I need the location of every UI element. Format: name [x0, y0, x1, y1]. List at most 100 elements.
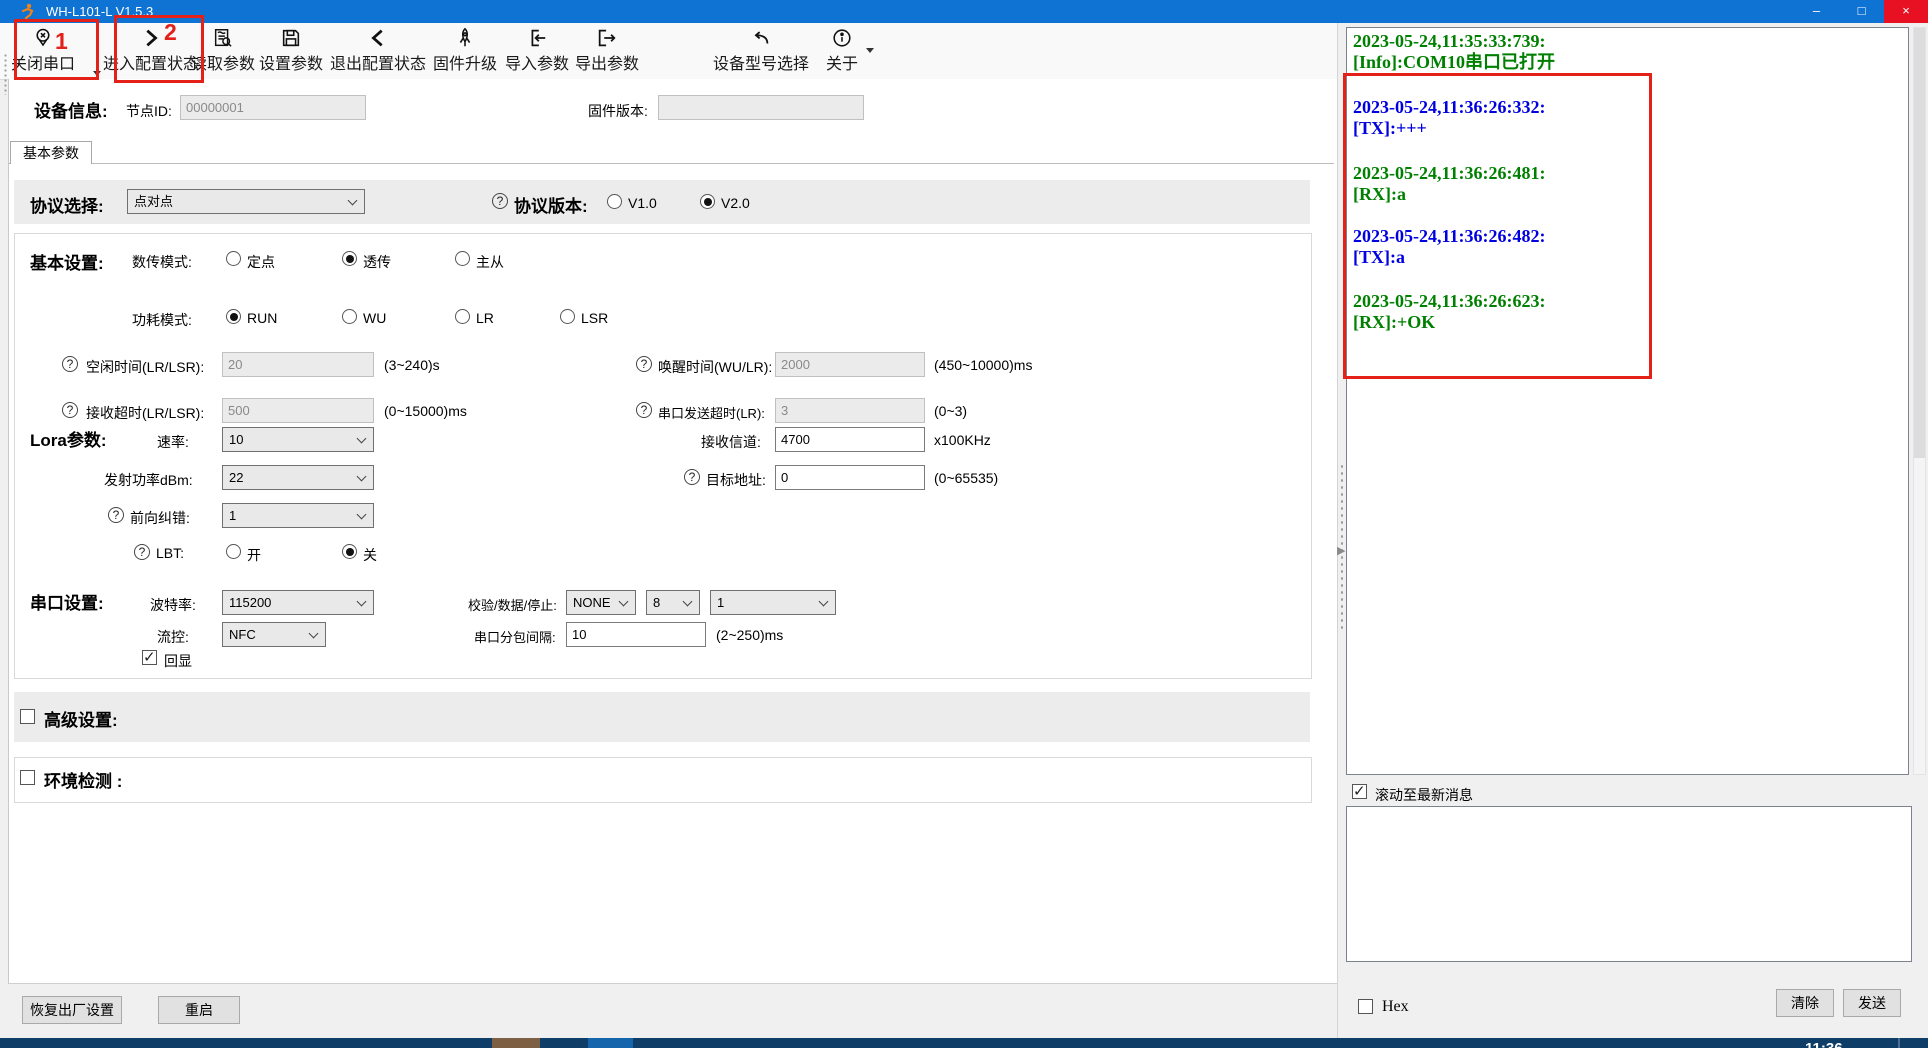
flow-select[interactable]: NFC: [222, 622, 326, 647]
toolbar-button-device-model[interactable]: 设备型号选择: [713, 27, 809, 74]
wake-time-label: 唤醒时间(WU/LR):: [658, 357, 772, 377]
hex-label[interactable]: Hex: [1382, 998, 1409, 1016]
rate-select[interactable]: 10: [222, 427, 374, 452]
taskbar-clock: 11:36: [1805, 1040, 1843, 1048]
radio-protocol-v2[interactable]: [700, 194, 715, 209]
clear-button[interactable]: 清除: [1776, 989, 1834, 1017]
toolbar-button-firmware-upgrade[interactable]: 固件升级: [433, 27, 497, 74]
lora-section-label: Lora参数:: [30, 426, 107, 451]
send-input[interactable]: [1346, 806, 1912, 962]
advanced-label[interactable]: 高级设置:: [44, 706, 118, 731]
send-button[interactable]: 发送: [1843, 989, 1901, 1017]
env-label[interactable]: 环境检测 :: [44, 767, 122, 792]
radio-transfer-transparent[interactable]: [342, 251, 357, 266]
annotation-number-2: 2: [164, 19, 177, 46]
env-checkbox[interactable]: [20, 770, 35, 785]
close-button[interactable]: ×: [1884, 0, 1928, 23]
protocol-select[interactable]: 点对点: [127, 189, 365, 214]
wake-time-input[interactable]: 2000: [775, 352, 925, 377]
parity-select[interactable]: NONE: [566, 590, 636, 615]
maximize-button[interactable]: □: [1839, 0, 1884, 23]
node-id-input[interactable]: 00000001: [180, 95, 366, 120]
about-dropdown-caret[interactable]: [866, 48, 874, 53]
radio-lbt-off-label[interactable]: 关: [363, 545, 377, 565]
log-time: 2023-05-24,11:36:26:332:: [1353, 97, 1545, 118]
radio-lbt-on-label[interactable]: 开: [247, 545, 261, 565]
radio-lbt-off[interactable]: [342, 544, 357, 559]
minimize-button[interactable]: –: [1794, 0, 1839, 23]
radio-power-wu[interactable]: [342, 309, 357, 324]
toolbar-button-read-params[interactable]: 读取参数: [191, 27, 255, 74]
lbt-label: LBT:: [156, 545, 184, 561]
log-message: 2023-05-24,11:36:26:482: [TX]:a: [1353, 226, 1545, 268]
about-icon: [831, 27, 853, 49]
target-address-input[interactable]: 0: [775, 465, 925, 490]
radio-power-lsr[interactable]: [560, 309, 575, 324]
radio-transfer-fixed[interactable]: [226, 251, 241, 266]
toolbar-button-about[interactable]: 关于: [826, 27, 858, 74]
radio-protocol-v2-label[interactable]: V2.0: [721, 195, 750, 211]
radio-power-wu-label[interactable]: WU: [363, 310, 386, 326]
databits-select[interactable]: 8: [646, 590, 700, 615]
baud-select[interactable]: 115200: [222, 590, 374, 615]
target-address-range: (0~65535): [934, 470, 998, 486]
stopbits-select[interactable]: 1: [710, 590, 836, 615]
echo-checkbox[interactable]: [142, 650, 157, 665]
packet-interval-input[interactable]: 10: [566, 622, 706, 647]
toolbar-label: 导入参数: [505, 50, 569, 74]
exit-config-icon: [367, 27, 389, 49]
taskbar-divider: [1898, 1038, 1900, 1048]
tx-timeout-input[interactable]: 3: [775, 398, 925, 423]
scroll-latest-checkbox[interactable]: [1352, 784, 1367, 799]
log-scrollbar-thumb[interactable]: [1914, 28, 1925, 458]
radio-transfer-fixed-label[interactable]: 定点: [247, 252, 275, 272]
tx-power-select[interactable]: 22: [222, 465, 374, 490]
radio-power-lsr-label[interactable]: LSR: [581, 310, 608, 326]
panel-splitter[interactable]: ▶: [1337, 23, 1346, 1038]
radio-transfer-master-slave[interactable]: [455, 251, 470, 266]
rx-timeout-range: (0~15000)ms: [384, 403, 467, 419]
radio-transfer-master-slave-label[interactable]: 主从: [476, 252, 504, 272]
radio-lbt-on[interactable]: [226, 544, 241, 559]
advanced-checkbox[interactable]: [20, 709, 35, 724]
tab-basic-params[interactable]: 基本参数: [10, 141, 92, 164]
firmware-input[interactable]: [658, 95, 864, 120]
factory-reset-button[interactable]: 恢复出厂设置: [22, 996, 122, 1024]
toolbar-button-save-params[interactable]: 设置参数: [259, 27, 323, 74]
toolbar-button-enter-config[interactable]: 进入配置状态: [103, 27, 199, 74]
radio-power-run-label[interactable]: RUN: [247, 310, 277, 326]
firmware-label: 固件版本:: [588, 101, 648, 121]
channel-label: 接收信道:: [701, 432, 761, 452]
log-output-area[interactable]: [1346, 27, 1909, 775]
channel-input[interactable]: 4700: [775, 427, 925, 452]
radio-power-lr-label[interactable]: LR: [476, 310, 494, 326]
scroll-latest-label[interactable]: 滚动至最新消息: [1375, 785, 1473, 805]
rx-timeout-input[interactable]: 500: [222, 398, 374, 423]
advanced-band: [14, 692, 1310, 742]
log-text: [TX]:+++: [1353, 118, 1545, 139]
toolbar-overflow-caret[interactable]: [93, 71, 101, 76]
radio-protocol-v1-label[interactable]: V1.0: [628, 195, 657, 211]
import-params-icon: [526, 27, 548, 49]
radio-power-run[interactable]: [226, 309, 241, 324]
hex-checkbox[interactable]: [1358, 999, 1373, 1014]
taskbar-app-1[interactable]: [492, 1038, 540, 1048]
log-message: 2023-05-24,11:36:26:481: [RX]:a: [1353, 163, 1545, 205]
save-params-icon: [280, 27, 302, 49]
radio-protocol-v1[interactable]: [607, 194, 622, 209]
toolbar-button-exit-config[interactable]: 退出配置状态: [330, 27, 426, 74]
echo-label[interactable]: 回显: [164, 651, 192, 671]
toolbar-label: 关于: [826, 50, 858, 74]
taskbar-app-2[interactable]: [588, 1038, 633, 1048]
toolbar-button-export-params[interactable]: 导出参数: [575, 27, 639, 74]
fec-select[interactable]: 1: [222, 503, 374, 528]
node-id-label: 节点ID:: [126, 101, 172, 121]
idle-time-input[interactable]: 20: [222, 352, 374, 377]
radio-transfer-transparent-label[interactable]: 透传: [363, 252, 391, 272]
help-icon: [62, 402, 78, 418]
toolbar-button-import-params[interactable]: 导入参数: [505, 27, 569, 74]
radio-power-lr[interactable]: [455, 309, 470, 324]
fec-label: 前向纠错:: [130, 508, 190, 528]
splitter-collapse-icon[interactable]: ▶: [1337, 544, 1345, 557]
restart-button[interactable]: 重启: [158, 996, 240, 1024]
